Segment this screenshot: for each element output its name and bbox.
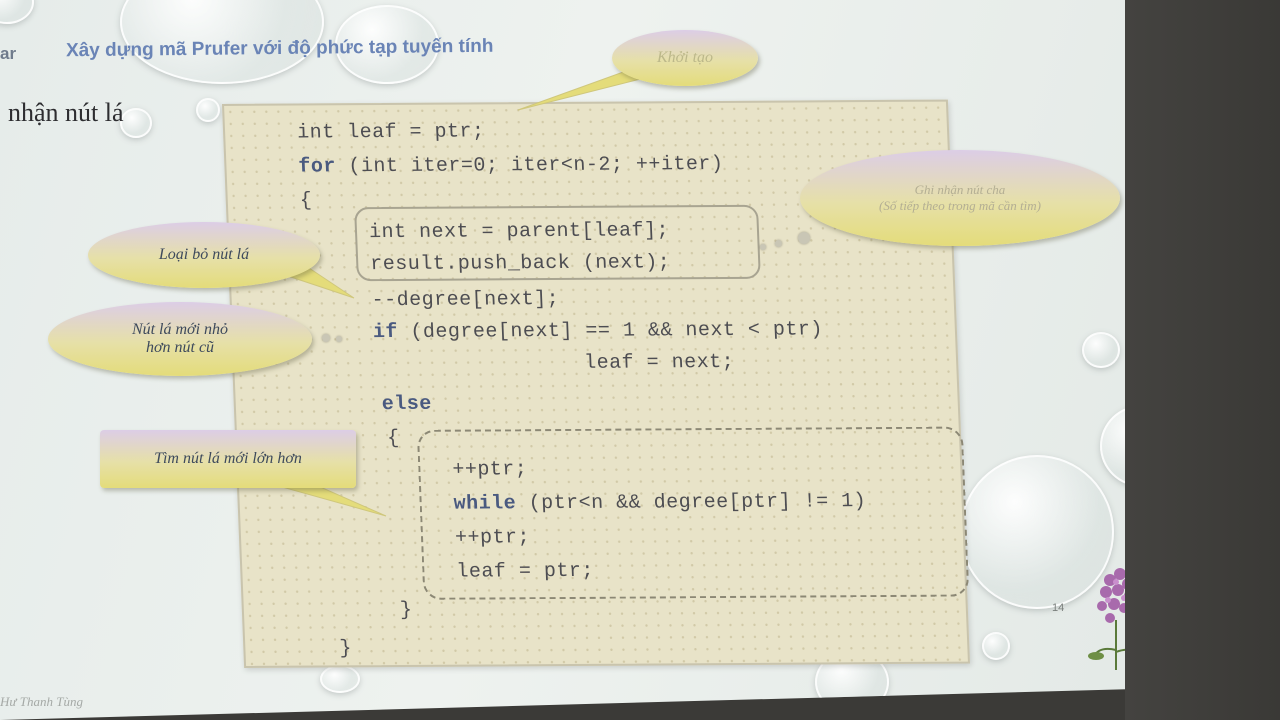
projector-screen-edge [1125,0,1280,720]
callout-find-larger-leaf: Tìm nút lá mới lớn hơn [100,430,356,488]
callout-text: Nút lá mới nhỏ [131,321,229,338]
callout-text: hơn nút cũ [145,339,215,356]
callout-text: (Số tiếp theo trong mã cần tìm) [879,198,1041,213]
slide: ar Xây dựng mã Prufer với độ phức tạp tu… [0,0,1172,720]
callout-text: Tìm nút lá mới lớn hơn [154,450,302,467]
callout-remove-leaf: Loại bỏ nút lá [88,222,320,288]
callout-new-leaf-smaller: Nút lá mới nhỏ hơn nút cũ [48,302,312,376]
callout-parent-note: Ghi nhận nút cha (Số tiếp theo trong mã … [800,150,1120,246]
callout-text: Ghi nhận nút cha [914,182,1006,197]
slide-number: 14 [1052,602,1065,614]
callout-text: Khởi tạo [656,49,714,66]
callout-text: Loại bỏ nút lá [158,246,250,263]
callout-init: Khởi tạo [612,30,758,86]
